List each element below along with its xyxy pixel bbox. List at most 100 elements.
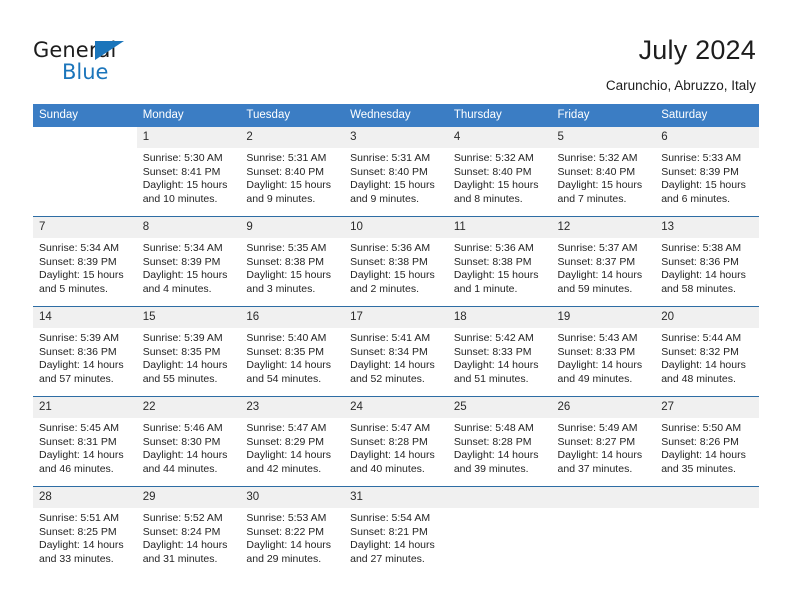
day-daylight-text: Daylight: 14 hours: [350, 539, 435, 552]
day-daylight-text: Daylight: 14 hours: [142, 539, 228, 552]
day-daylight-text: Daylight: 14 hours: [557, 269, 643, 282]
calendar-day-cell[interactable]: 3 Sunrise: 5:31 AM Sunset: 8:40 PM Daylight…: [344, 127, 448, 217]
calendar-day-cell[interactable]: 9 Sunrise: 5:35 AM Sunset: 8:38 PM Daylight…: [240, 216, 345, 307]
day-daylight-text: and 49 minutes.: [557, 372, 633, 385]
page-location: Carunchio, Abruzzo, Italy: [605, 78, 756, 93]
day-number: 23: [240, 397, 345, 418]
day-sunrise-text: Sunrise: 5:30 AM: [142, 152, 223, 164]
calendar-day-cell[interactable]: 15 Sunrise: 5:39 AM Sunset: 8:35 PM Dayligh…: [136, 306, 241, 397]
day-daylight-text: and 33 minutes.: [39, 552, 114, 565]
day-sunrise-text: Sunrise: 5:47 AM: [246, 422, 327, 434]
day-details: Sunrise: 5:44 AM Sunset: 8:32 PM Daylight:…: [655, 328, 759, 386]
calendar-day-cell[interactable]: 10 Sunrise: 5:36 AM Sunset: 8:38 PM Dayligh…: [344, 216, 448, 307]
calendar-day-cell[interactable]: 14 Sunrise: 5:39 AM Sunset: 8:36 PM Dayligh…: [33, 306, 137, 397]
calendar-day-cell[interactable]: 11 Sunrise: 5:36 AM Sunset: 8:38 PM Dayligh…: [447, 216, 552, 307]
calendar-day-cell[interactable]: 24 Sunrise: 5:47 AM Sunset: 8:28 PM Dayligh…: [344, 396, 448, 487]
day-sunset-text: Sunset: 8:22 PM: [246, 525, 325, 538]
calendar-day-cell[interactable]: 1 Sunrise: 5:30 AM Sunset: 8:41 PM Daylight…: [136, 127, 241, 217]
calendar-day-cell[interactable]: 13 Sunrise: 5:38 AM Sunset: 8:36 PM Dayligh…: [655, 216, 759, 307]
day-sunset-text: Sunset: 8:21 PM: [350, 525, 428, 538]
day-details: Sunrise: 5:42 AM Sunset: 8:33 PM Daylight:…: [448, 328, 552, 386]
calendar-day-cell[interactable]: 2 Sunrise: 5:31 AM Sunset: 8:40 PM Daylight…: [240, 127, 345, 217]
day-number: 24: [344, 397, 448, 418]
calendar-day-cell[interactable]: 20 Sunrise: 5:44 AM Sunset: 8:32 PM Dayligh…: [655, 306, 759, 397]
calendar-day-cell[interactable]: 26 Sunrise: 5:49 AM Sunset: 8:27 PM Dayligh…: [551, 396, 656, 487]
day-sunset-text: Sunset: 8:40 PM: [350, 165, 428, 178]
day-number: 26: [551, 397, 656, 418]
day-daylight-text: Daylight: 15 hours: [142, 179, 228, 192]
day-sunrise-text: Sunrise: 5:35 AM: [246, 242, 327, 254]
calendar-day-cell[interactable]: 7 Sunrise: 5:34 AM Sunset: 8:39 PM Daylight…: [33, 216, 137, 307]
day-daylight-text: and 52 minutes.: [350, 372, 425, 385]
day-sunrise-text: Sunrise: 5:53 AM: [246, 512, 327, 524]
weekday-header-friday: Friday: [551, 104, 656, 127]
day-sunrise-text: Sunrise: 5:46 AM: [142, 422, 223, 434]
weekday-header-saturday: Saturday: [655, 104, 759, 127]
day-sunset-text: Sunset: 8:28 PM: [453, 435, 532, 448]
calendar-day-cell[interactable]: 6 Sunrise: 5:33 AM Sunset: 8:39 PM Daylight…: [655, 127, 759, 217]
day-sunrise-text: Sunrise: 5:54 AM: [350, 512, 431, 524]
day-daylight-text: and 2 minutes.: [350, 282, 419, 295]
calendar-empty-cell: [33, 127, 137, 217]
day-sunrise-text: Sunrise: 5:47 AM: [350, 422, 431, 434]
day-daylight-text: and 9 minutes.: [246, 192, 316, 205]
day-details: Sunrise: 5:34 AM Sunset: 8:39 PM Daylight:…: [33, 238, 137, 296]
day-daylight-text: and 40 minutes.: [350, 462, 425, 475]
day-sunrise-text: Sunrise: 5:49 AM: [557, 422, 638, 434]
calendar-day-cell[interactable]: 27 Sunrise: 5:50 AM Sunset: 8:26 PM Dayligh…: [655, 396, 759, 487]
day-daylight-text: Daylight: 14 hours: [661, 359, 746, 372]
day-daylight-text: and 51 minutes.: [453, 372, 529, 385]
calendar-day-cell[interactable]: 12 Sunrise: 5:37 AM Sunset: 8:37 PM Dayligh…: [551, 216, 656, 307]
day-daylight-text: and 42 minutes.: [246, 462, 322, 475]
day-sunset-text: Sunset: 8:34 PM: [350, 345, 428, 358]
day-number: [655, 487, 759, 508]
calendar-day-cell[interactable]: 19 Sunrise: 5:43 AM Sunset: 8:33 PM Dayligh…: [551, 306, 656, 397]
day-number: [447, 487, 552, 508]
calendar-day-cell[interactable]: 23 Sunrise: 5:47 AM Sunset: 8:29 PM Dayligh…: [240, 396, 345, 487]
page-title: July 2024: [638, 35, 756, 65]
day-sunset-text: Sunset: 8:40 PM: [246, 165, 325, 178]
day-sunset-text: Sunset: 8:27 PM: [557, 435, 636, 448]
day-daylight-text: Daylight: 15 hours: [246, 269, 332, 282]
calendar-day-cell[interactable]: 29 Sunrise: 5:52 AM Sunset: 8:24 PM Dayligh…: [136, 486, 241, 576]
day-number: 14: [33, 307, 137, 328]
calendar-day-cell[interactable]: 8 Sunrise: 5:34 AM Sunset: 8:39 PM Daylight…: [136, 216, 241, 307]
day-details: Sunrise: 5:39 AM Sunset: 8:35 PM Daylight:…: [137, 328, 241, 386]
day-number: 19: [551, 307, 656, 328]
calendar-week-row: 1 Sunrise: 5:30 AM Sunset: 8:41 PM Daylight…: [33, 127, 759, 217]
day-details: Sunrise: 5:47 AM Sunset: 8:29 PM Daylight:…: [240, 418, 344, 476]
calendar-day-cell[interactable]: 28 Sunrise: 5:51 AM Sunset: 8:25 PM Dayligh…: [33, 486, 137, 576]
calendar-day-cell[interactable]: 25 Sunrise: 5:48 AM Sunset: 8:28 PM Dayligh…: [447, 396, 552, 487]
calendar-day-cell[interactable]: 31 Sunrise: 5:54 AM Sunset: 8:21 PM Dayligh…: [344, 486, 448, 576]
day-daylight-text: Daylight: 14 hours: [39, 359, 124, 372]
calendar-day-cell[interactable]: 21 Sunrise: 5:45 AM Sunset: 8:31 PM Dayligh…: [33, 396, 137, 487]
day-daylight-text: and 10 minutes.: [142, 192, 218, 205]
calendar-day-cell[interactable]: 22 Sunrise: 5:46 AM Sunset: 8:30 PM Dayligh…: [136, 396, 241, 487]
day-number: 12: [551, 217, 656, 238]
calendar-day-cell[interactable]: 30 Sunrise: 5:53 AM Sunset: 8:22 PM Dayligh…: [240, 486, 345, 576]
day-number: 20: [655, 307, 759, 328]
day-sunrise-text: Sunrise: 5:42 AM: [453, 332, 534, 344]
day-sunset-text: Sunset: 8:33 PM: [557, 345, 636, 358]
day-sunset-text: Sunset: 8:37 PM: [557, 255, 636, 268]
day-number: 28: [33, 487, 137, 508]
calendar-page: General Blue July 2024 Carunchio, Abruzz…: [0, 0, 792, 612]
day-number: 25: [447, 397, 552, 418]
day-daylight-text: and 46 minutes.: [39, 462, 114, 475]
day-details: Sunrise: 5:45 AM Sunset: 8:31 PM Daylight:…: [33, 418, 137, 476]
calendar-day-cell[interactable]: 5 Sunrise: 5:32 AM Sunset: 8:40 PM Daylight…: [551, 127, 656, 217]
day-details: Sunrise: 5:52 AM Sunset: 8:24 PM Daylight:…: [137, 508, 241, 566]
day-details: Sunrise: 5:47 AM Sunset: 8:28 PM Daylight:…: [344, 418, 448, 476]
calendar-day-cell[interactable]: 4 Sunrise: 5:32 AM Sunset: 8:40 PM Daylight…: [447, 127, 552, 217]
day-number: 13: [655, 217, 759, 238]
day-sunrise-text: Sunrise: 5:51 AM: [39, 512, 119, 524]
day-daylight-text: Daylight: 14 hours: [246, 449, 332, 462]
calendar-day-cell[interactable]: 16 Sunrise: 5:40 AM Sunset: 8:35 PM Dayligh…: [240, 306, 345, 397]
day-number: 5: [551, 127, 656, 148]
day-daylight-text: Daylight: 14 hours: [453, 359, 539, 372]
calendar-day-cell[interactable]: 17 Sunrise: 5:41 AM Sunset: 8:34 PM Dayligh…: [344, 306, 448, 397]
day-daylight-text: Daylight: 15 hours: [453, 269, 539, 282]
weekday-header-wednesday: Wednesday: [344, 104, 448, 127]
calendar-day-cell[interactable]: 18 Sunrise: 5:42 AM Sunset: 8:33 PM Dayligh…: [447, 306, 552, 397]
day-sunrise-text: Sunrise: 5:32 AM: [557, 152, 638, 164]
